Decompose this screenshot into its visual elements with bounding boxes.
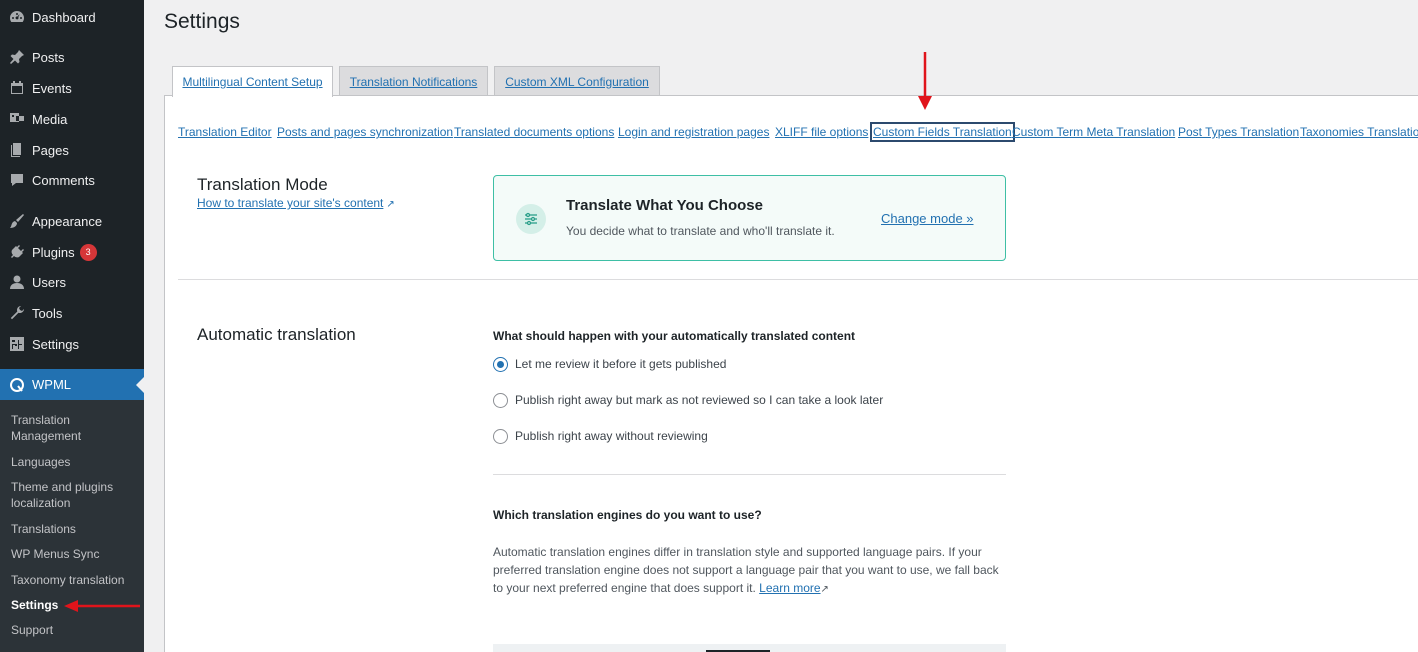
mode-description: You decide what to translate and who'll … [566, 224, 835, 238]
sidebar-item-label: WPML [32, 377, 71, 392]
dashboard-icon [9, 9, 25, 25]
help-link-text: How to translate your site's content [197, 196, 384, 210]
engines-table [493, 644, 1006, 652]
brush-icon [9, 213, 25, 229]
sidebar-item-plugins[interactable]: Plugins 3 [0, 237, 144, 267]
wrench-icon [9, 305, 25, 321]
media-icon [9, 111, 25, 127]
radio-button[interactable] [493, 356, 508, 372]
subnav-custom-fields-translation[interactable]: Custom Fields Translation [870, 122, 1015, 142]
sidebar-item-dashboard[interactable]: Dashboard [0, 2, 144, 32]
submenu-item-wp-menus-sync[interactable]: WP Menus Sync [11, 546, 136, 562]
subnav-taxonomies[interactable]: Taxonomies Translation [1300, 124, 1418, 140]
sidebar-item-pages[interactable]: Pages [0, 135, 144, 165]
learn-more-text: Learn more [759, 581, 821, 595]
subnav-translated-documents[interactable]: Translated documents options [454, 124, 614, 140]
sidebar-item-wpml[interactable]: WPML [0, 369, 144, 400]
annotation-arrow-left [64, 600, 140, 612]
sidebar-item-posts[interactable]: Posts [0, 42, 144, 72]
sidebar-item-label: Events [32, 80, 72, 96]
radio-publish-without-review[interactable]: Publish right away without reviewing [493, 428, 708, 444]
update-count-badge: 3 [79, 243, 97, 261]
sidebar-item-label: Comments [32, 172, 95, 188]
subnav-translation-editor[interactable]: Translation Editor [178, 124, 272, 140]
sidebar-item-label: Tools [32, 305, 63, 321]
sidebar-item-events[interactable]: Events [0, 73, 144, 103]
sidebar-item-label: Appearance [32, 213, 103, 229]
translation-mode-heading: Translation Mode [197, 175, 328, 194]
wpml-submenu: Translation Management Languages Theme a… [0, 400, 144, 652]
sidebar-item-label: Settings [32, 336, 79, 352]
engines-description-text: Automatic translation engines differ in … [493, 545, 999, 595]
radio-button[interactable] [493, 392, 508, 408]
sidebar-item-users[interactable]: Users [0, 267, 144, 297]
engines-question: Which translation engines do you want to… [493, 508, 762, 522]
sidebar-item-label: Pages [32, 142, 69, 158]
sidebar-item-media[interactable]: Media [0, 104, 144, 134]
user-icon [9, 274, 25, 290]
engines-description: Automatic translation engines differ in … [493, 543, 1008, 599]
sidebar-item-comments[interactable]: Comments [0, 165, 144, 195]
submenu-item-taxonomy-translation[interactable]: Taxonomy translation [11, 572, 136, 588]
radio-review-before-publish[interactable]: Let me review it before it gets publishe… [493, 356, 726, 372]
mode-title: Translate What You Choose [566, 197, 763, 214]
admin-sidebar: Dashboard Posts Events Media Pages Comme… [0, 0, 144, 652]
tab-multilingual-content-setup[interactable]: Multilingual Content Setup [172, 66, 333, 97]
page-title: Settings [164, 10, 240, 33]
submenu-item-support[interactable]: Support [11, 622, 136, 638]
sidebar-item-label: Posts [32, 49, 65, 65]
radio-label: Publish right away without reviewing [515, 429, 708, 443]
sidebar-item-tools[interactable]: Tools [0, 298, 144, 328]
section-divider [178, 279, 1418, 280]
translation-mode-card: Translate What You Choose You decide wha… [493, 175, 1006, 261]
submenu-item-translations[interactable]: Translations [11, 521, 136, 537]
sidebar-item-appearance[interactable]: Appearance [0, 206, 144, 236]
sliders-icon [516, 204, 546, 234]
submenu-item-languages[interactable]: Languages [11, 454, 136, 470]
change-mode-link[interactable]: Change mode » [881, 211, 974, 226]
learn-more-link[interactable]: Learn more [759, 581, 820, 595]
radio-button[interactable] [493, 428, 508, 444]
sidebar-item-settings[interactable]: Settings [0, 329, 144, 359]
pages-icon [9, 142, 25, 158]
radio-publish-mark-unreviewed[interactable]: Publish right away but mark as not revie… [493, 392, 883, 408]
comment-icon [9, 172, 25, 188]
annotation-arrow-down [918, 52, 932, 110]
review-question: What should happen with your automatical… [493, 329, 856, 343]
external-link-icon: ↗ [386, 199, 395, 210]
tab-translation-notifications[interactable]: Translation Notifications [339, 66, 488, 96]
options-divider [493, 474, 1006, 475]
radio-label: Let me review it before it gets publishe… [515, 357, 727, 371]
sidebar-item-label: Plugins [32, 244, 75, 260]
wpml-icon [9, 377, 25, 393]
submenu-item-theme-plugins-localization[interactable]: Theme and plugins localization [11, 479, 136, 511]
subnav-post-types[interactable]: Post Types Translation [1178, 124, 1299, 140]
current-menu-caret [136, 377, 144, 393]
subnav-xliff-options[interactable]: XLIFF file options [775, 124, 868, 140]
sidebar-item-label: Dashboard [32, 9, 96, 25]
sidebar-item-label: Media [32, 111, 68, 127]
pin-icon [9, 49, 25, 65]
submenu-item-translation-management[interactable]: Translation Management [11, 412, 136, 444]
settings-icon [9, 336, 25, 352]
external-link-icon: ↗ [820, 584, 829, 595]
translate-help-link[interactable]: How to translate your site's content ↗ [197, 196, 395, 210]
radio-label: Publish right away but mark as not revie… [515, 393, 884, 407]
subnav-posts-pages-sync[interactable]: Posts and pages synchronization [277, 124, 453, 140]
sidebar-item-label: Users [32, 274, 66, 290]
tab-custom-xml-configuration[interactable]: Custom XML Configuration [494, 66, 660, 96]
subnav-custom-term-meta[interactable]: Custom Term Meta Translation [1012, 124, 1175, 140]
plugin-icon [9, 244, 25, 260]
calendar-icon [9, 80, 25, 96]
subnav-login-registration[interactable]: Login and registration pages [618, 124, 769, 140]
automatic-translation-heading: Automatic translation [197, 325, 356, 344]
